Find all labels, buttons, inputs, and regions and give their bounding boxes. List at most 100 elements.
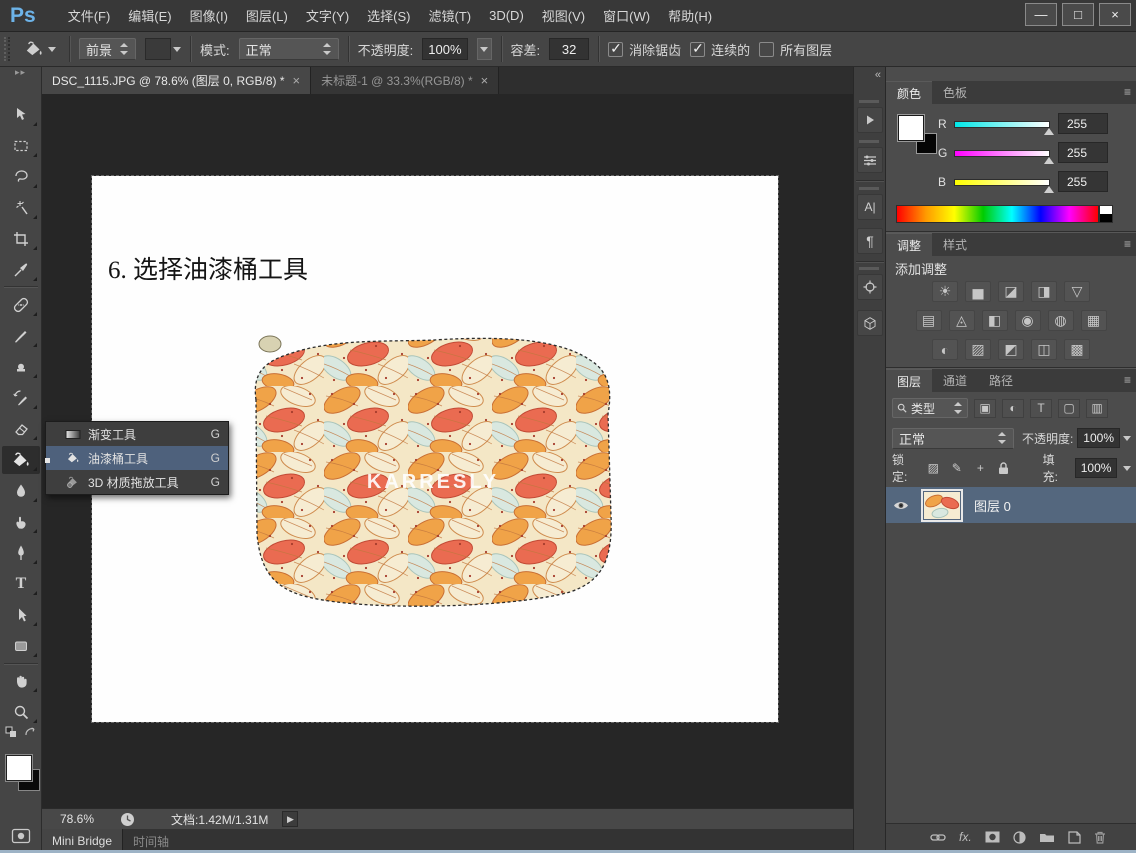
adjustments-panel-menu-icon[interactable]: ≡: [1124, 237, 1131, 251]
antialias-checkbox-group[interactable]: 消除锯齿: [608, 40, 681, 59]
opacity-dropdown-button[interactable]: [477, 38, 492, 60]
layers-panel-menu-icon[interactable]: ≡: [1124, 373, 1131, 387]
expand-panels-icon[interactable]: «: [875, 69, 881, 81]
tab-channels[interactable]: 通道: [932, 369, 978, 392]
tab-color[interactable]: 颜色: [886, 81, 932, 104]
type-tool[interactable]: T: [2, 570, 40, 598]
pen-tool[interactable]: [2, 539, 40, 567]
minimize-button[interactable]: —: [1025, 3, 1057, 26]
lock-position-icon[interactable]: +: [972, 459, 990, 477]
menu-view[interactable]: 视图(V): [542, 6, 585, 25]
tab-layers[interactable]: 图层: [886, 369, 932, 392]
character-panel-icon[interactable]: A|: [857, 194, 883, 220]
tab-adjustments[interactable]: 调整: [886, 233, 932, 256]
tab-paths[interactable]: 路径: [978, 369, 1024, 392]
layer-blend-mode-select[interactable]: 正常: [892, 428, 1014, 449]
brush-tool[interactable]: [2, 322, 40, 350]
doc-tab-2[interactable]: 未标题-1 @ 33.3%(RGB/8) * ×: [311, 67, 499, 94]
green-slider-thumb[interactable]: [1044, 157, 1054, 164]
new-layer-icon[interactable]: [1068, 831, 1081, 844]
layer-visibility-toggle[interactable]: [886, 500, 916, 511]
link-layers-icon[interactable]: [930, 833, 946, 842]
smudge-tool[interactable]: [2, 508, 40, 536]
exposure-icon[interactable]: ◨: [1031, 281, 1057, 302]
antialias-checkbox[interactable]: [608, 42, 623, 57]
history-brush-tool[interactable]: [2, 384, 40, 412]
crop-tool[interactable]: [2, 225, 40, 253]
move-tool[interactable]: [2, 101, 40, 129]
foreground-color-swatch[interactable]: [6, 755, 32, 781]
menu-3d[interactable]: 3D(D): [489, 8, 524, 23]
red-slider[interactable]: [954, 121, 1050, 128]
threshold-icon[interactable]: ◩: [998, 339, 1024, 360]
filter-pixel-layers-icon[interactable]: ▣: [974, 399, 996, 418]
menu-layer[interactable]: 图层(L): [246, 6, 288, 25]
gradient-map-icon[interactable]: ▩: [1064, 339, 1090, 360]
filter-shape-layers-icon[interactable]: ▢: [1058, 399, 1080, 418]
photo-filter-icon[interactable]: ◉: [1015, 310, 1041, 331]
filter-smart-objects-icon[interactable]: ▥: [1086, 399, 1108, 418]
toolbar-handle[interactable]: ▸▸: [0, 67, 41, 81]
eraser-tool[interactable]: [2, 415, 40, 443]
actions-panel-icon[interactable]: [857, 107, 883, 133]
lasso-tool[interactable]: [2, 163, 40, 191]
layer-filter-type-select[interactable]: 类型: [892, 398, 968, 418]
fill-caret-icon[interactable]: [1123, 466, 1131, 471]
opacity-caret-icon[interactable]: [1123, 436, 1131, 441]
tool-presets-panel-icon[interactable]: [857, 147, 883, 173]
magic-wand-tool[interactable]: [2, 194, 40, 222]
levels-icon[interactable]: ▅: [965, 281, 991, 302]
close-button[interactable]: ×: [1099, 3, 1131, 26]
curves-icon[interactable]: ◪: [998, 281, 1024, 302]
layer-opacity-value[interactable]: 100%: [1077, 428, 1120, 448]
tab-swatches[interactable]: 色板: [932, 81, 978, 104]
doc-tab-1-close-icon[interactable]: ×: [293, 73, 301, 88]
layer-style-fx-icon[interactable]: fx.: [959, 830, 972, 844]
contiguous-checkbox[interactable]: [690, 42, 705, 57]
doc-tab-2-close-icon[interactable]: ×: [481, 73, 489, 88]
all-layers-checkbox-group[interactable]: 所有图层: [759, 40, 832, 59]
menu-file[interactable]: 文件(F): [68, 6, 111, 25]
path-selection-tool[interactable]: [2, 601, 40, 629]
menu-type[interactable]: 文字(Y): [306, 6, 349, 25]
color-panel-menu-icon[interactable]: ≡: [1124, 85, 1131, 99]
hue-saturation-icon[interactable]: ▤: [916, 310, 942, 331]
lock-all-icon[interactable]: [995, 459, 1013, 477]
pattern-swatch[interactable]: [145, 38, 171, 60]
doc-tab-1[interactable]: DSC_1115.JPG @ 78.6% (图层 0, RGB/8) * ×: [42, 67, 311, 94]
3d-panel-icon[interactable]: [857, 310, 883, 336]
document-size-info[interactable]: 文档:1.42M/1.31M: [171, 811, 268, 828]
clone-stamp-tool[interactable]: [2, 353, 40, 381]
layer-name[interactable]: 图层 0: [974, 496, 1011, 515]
blend-mode-select[interactable]: 正常: [239, 38, 339, 60]
blue-value-field[interactable]: 255: [1058, 171, 1108, 192]
vibrance-icon[interactable]: ▽: [1064, 281, 1090, 302]
selective-color-icon[interactable]: ◫: [1031, 339, 1057, 360]
clone-source-panel-icon[interactable]: [857, 274, 883, 300]
zoom-level-field[interactable]: 78.6%: [60, 812, 94, 826]
tolerance-input[interactable]: 32: [549, 38, 589, 60]
pattern-caret-icon[interactable]: [173, 47, 181, 52]
spectrum-bw-swatches[interactable]: [1099, 205, 1113, 223]
paragraph-panel-icon[interactable]: ¶: [857, 228, 883, 254]
blur-tool[interactable]: [2, 477, 40, 505]
add-layer-mask-icon[interactable]: [985, 831, 1000, 843]
zoom-tool[interactable]: [2, 698, 40, 726]
red-value-field[interactable]: 255: [1058, 113, 1108, 134]
new-adjustment-layer-icon[interactable]: [1013, 831, 1026, 844]
hand-tool[interactable]: [2, 667, 40, 695]
invert-icon[interactable]: ◐: [932, 339, 958, 360]
menu-edit[interactable]: 编辑(E): [128, 6, 171, 25]
filter-type-layers-icon[interactable]: T: [1030, 399, 1052, 418]
color-lookup-icon[interactable]: ▦: [1081, 310, 1107, 331]
contiguous-checkbox-group[interactable]: 连续的: [690, 40, 750, 59]
layer-row-0[interactable]: 图层 0: [886, 487, 1136, 523]
flyout-gradient-tool[interactable]: 渐变工具 G: [46, 422, 228, 446]
blue-slider-thumb[interactable]: [1044, 186, 1054, 193]
brightness-contrast-icon[interactable]: ☀: [932, 281, 958, 302]
swap-colors-icon[interactable]: [4, 725, 38, 739]
delete-layer-icon[interactable]: [1094, 831, 1106, 844]
healing-brush-tool[interactable]: [2, 291, 40, 319]
tab-styles[interactable]: 样式: [932, 233, 978, 256]
flyout-3d-material-drop-tool[interactable]: 3D 材质拖放工具 G: [46, 470, 228, 494]
